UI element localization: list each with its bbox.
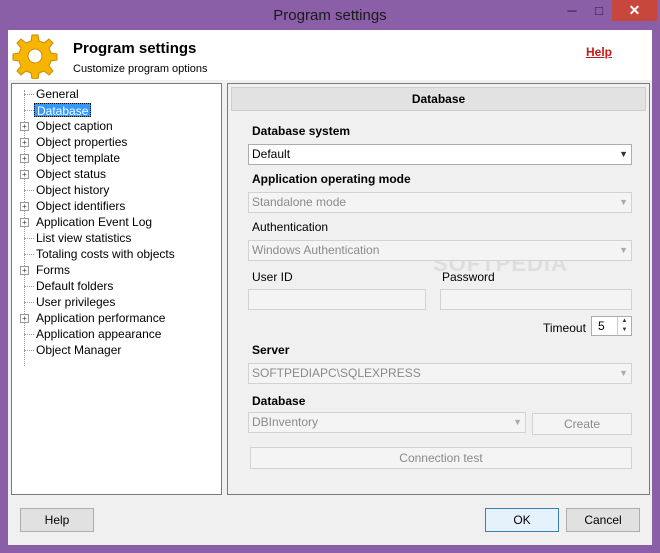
tree-item-label: Application Event Log: [36, 215, 153, 229]
page-title: Program settings: [73, 40, 197, 57]
help-link[interactable]: Help: [586, 45, 612, 59]
timeout-value: 5: [598, 319, 605, 333]
tree-item-label: Object Manager: [36, 343, 122, 357]
tree-item-label: Object status: [36, 167, 107, 181]
timeout-label: Timeout: [543, 321, 586, 335]
tree-connector: [24, 254, 34, 255]
help-button[interactable]: Help: [20, 508, 94, 532]
userid-label: User ID: [252, 270, 293, 284]
mode-label: Application operating mode: [252, 172, 411, 186]
mode-value: Standalone mode: [252, 195, 347, 209]
expand-icon[interactable]: +: [20, 154, 29, 163]
tree-item[interactable]: + Application performance: [12, 310, 221, 326]
chevron-down-icon: ▼: [619, 197, 628, 207]
db-system-select[interactable]: Default ▼: [248, 144, 632, 165]
expand-icon[interactable]: +: [20, 202, 29, 211]
server-label: Server: [252, 343, 290, 357]
server-select[interactable]: SOFTPEDIAPC\SQLEXPRESS ▼: [248, 363, 632, 384]
tree-item[interactable]: + Object status: [12, 166, 221, 182]
dialog-body: Program settings Customize program optio…: [8, 30, 652, 545]
tree-item[interactable]: + Object template: [12, 150, 221, 166]
tree-item-label: Object properties: [36, 135, 128, 149]
tree-connector: [24, 302, 34, 303]
program-settings-window: Program settings ─ □ ✕ Program settings …: [0, 0, 660, 553]
stepper-arrows-icon[interactable]: ▲ ▼: [617, 317, 631, 335]
tree-item[interactable]: + Application Event Log: [12, 214, 221, 230]
ok-button[interactable]: OK: [485, 508, 559, 532]
database-panel: Database Database system Default ▼ SOFTP…: [227, 83, 650, 495]
tree-connector: [24, 110, 34, 111]
tree-connector: [24, 238, 34, 239]
tree-item[interactable]: Default folders: [12, 278, 221, 294]
tree-item-label: Application performance: [36, 311, 166, 325]
connection-test-button[interactable]: Connection test: [250, 447, 632, 469]
db-system-value: Default: [252, 147, 291, 161]
tree-item[interactable]: General: [12, 86, 221, 102]
expand-icon[interactable]: +: [20, 170, 29, 179]
tree-item-label: Object history: [36, 183, 110, 197]
password-input[interactable]: [440, 289, 632, 310]
tree-item[interactable]: Object Manager: [12, 342, 221, 358]
create-button[interactable]: Create: [532, 413, 632, 435]
tree-item[interactable]: Database: [12, 102, 221, 118]
tree-item[interactable]: Application appearance: [12, 326, 221, 342]
expand-icon[interactable]: +: [20, 122, 29, 131]
timeout-stepper[interactable]: 5 ▲ ▼: [591, 316, 632, 336]
tree-connector: [24, 94, 34, 95]
tree-item[interactable]: User privileges: [12, 294, 221, 310]
auth-select[interactable]: Windows Authentication ▼: [248, 240, 632, 261]
minimize-icon[interactable]: ─: [558, 0, 586, 21]
tree-item-label: Object template: [36, 151, 121, 165]
tree-connector: [24, 190, 34, 191]
chevron-down-icon: ▼: [619, 149, 628, 159]
database-select[interactable]: DBInventory ▼: [248, 412, 526, 433]
tree-item-label: Object caption: [36, 119, 113, 133]
database-value: DBInventory: [252, 415, 319, 429]
expand-icon[interactable]: +: [20, 218, 29, 227]
cancel-button[interactable]: Cancel: [566, 508, 640, 532]
close-icon[interactable]: ✕: [612, 0, 657, 21]
tree-item-label: Application appearance: [36, 327, 162, 341]
tree-item-label: Forms: [36, 263, 70, 277]
panel-title: Database: [231, 87, 646, 111]
tree-item-label: Default folders: [36, 279, 114, 293]
tree-connector: [24, 350, 34, 351]
chevron-down-icon: ▼: [619, 368, 628, 378]
chevron-down-icon: ▼: [513, 417, 522, 427]
gear-icon: [12, 34, 58, 79]
tree-item-label: Database: [34, 103, 92, 118]
tree-item-label: Object identifiers: [36, 199, 126, 213]
userid-input[interactable]: [248, 289, 426, 310]
server-value: SOFTPEDIAPC\SQLEXPRESS: [252, 366, 421, 380]
tree-item-label: Totaling costs with objects: [36, 247, 175, 261]
page-subtitle: Customize program options: [73, 63, 208, 75]
tree-item[interactable]: List view statistics: [12, 230, 221, 246]
auth-label: Authentication: [252, 220, 329, 234]
settings-tree[interactable]: General Database + Object caption + Object pr…: [11, 83, 222, 495]
expand-icon[interactable]: +: [20, 138, 29, 147]
password-label: Password: [442, 270, 495, 284]
tree-item-label: List view statistics: [36, 231, 132, 245]
expand-icon[interactable]: +: [20, 314, 29, 323]
tree-item[interactable]: + Forms: [12, 262, 221, 278]
tree-item[interactable]: Totaling costs with objects: [12, 246, 221, 262]
maximize-icon[interactable]: □: [586, 0, 612, 21]
tree-connector: [24, 334, 34, 335]
expand-icon[interactable]: +: [20, 266, 29, 275]
mode-select[interactable]: Standalone mode ▼: [248, 192, 632, 213]
db-system-label: Database system: [252, 124, 351, 138]
tree-item[interactable]: + Object properties: [12, 134, 221, 150]
header: Program settings Customize program optio…: [8, 30, 652, 80]
database-label: Database: [252, 394, 306, 408]
tree-item[interactable]: + Object identifiers: [12, 198, 221, 214]
tree-item-label: User privileges: [36, 295, 116, 309]
tree-item-label: General: [36, 87, 79, 101]
chevron-down-icon: ▼: [619, 245, 628, 255]
tree-connector: [24, 286, 34, 287]
auth-value: Windows Authentication: [252, 243, 380, 257]
tree-item[interactable]: Object history: [12, 182, 221, 198]
title-bar[interactable]: Program settings ─ □ ✕: [0, 0, 660, 30]
tree-item[interactable]: + Object caption: [12, 118, 221, 134]
